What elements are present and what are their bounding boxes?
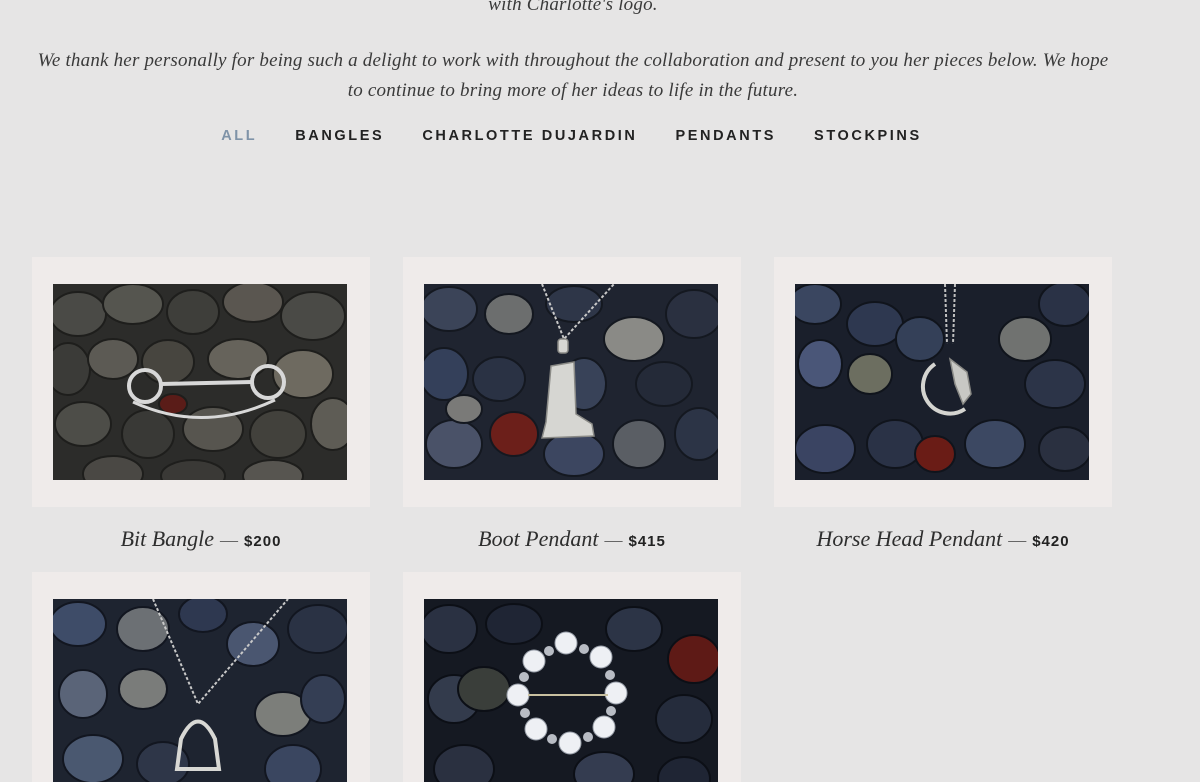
product-name[interactable]: Boot Pendant <box>478 526 598 551</box>
product-card-pearl-stock-pin[interactable] <box>403 572 741 782</box>
price-separator: — <box>604 530 623 550</box>
intro-text-line-2: to continue to bring more of her ideas t… <box>347 80 799 101</box>
product-caption-horse-head-pendant[interactable]: Horse Head Pendant — $420 <box>774 526 1112 552</box>
intro-text-top: with Charlotte's logo. <box>488 0 658 15</box>
pearl-stock-pin-image <box>424 599 718 782</box>
collection-filter-nav: ALL BANGLES CHARLOTTE DUJARDIN PENDANTS … <box>0 128 1143 144</box>
product-price: $415 <box>628 533 666 550</box>
product-price: $200 <box>244 533 282 550</box>
product-caption-boot-pendant[interactable]: Boot Pendant — $415 <box>403 526 741 552</box>
filter-charlotte-dujardin[interactable]: CHARLOTTE DUJARDIN <box>422 128 637 144</box>
product-caption-bit-bangle[interactable]: Bit Bangle — $200 <box>32 526 370 552</box>
product-card-stirrup-pendant[interactable] <box>32 572 370 782</box>
price-separator: — <box>1008 530 1027 550</box>
price-separator: — <box>220 530 239 550</box>
horse-head-pendant-photo[interactable] <box>795 284 1089 480</box>
boot-pendant-photo[interactable] <box>424 284 718 480</box>
filter-pendants[interactable]: PENDANTS <box>675 128 776 144</box>
intro-text-line-1: We thank her personally for being such a… <box>37 50 1109 71</box>
filter-stockpins[interactable]: STOCKPINS <box>814 128 922 144</box>
product-name[interactable]: Horse Head Pendant <box>816 526 1002 551</box>
stirrup-pendant-image <box>53 599 347 782</box>
pearl-stock-pin-photo[interactable] <box>424 599 718 782</box>
boot-pendant-image <box>424 284 718 480</box>
filter-bangles[interactable]: BANGLES <box>295 128 384 144</box>
product-name[interactable]: Bit Bangle <box>121 526 214 551</box>
horse-head-pendant-image <box>795 284 1089 480</box>
stirrup-pendant-photo[interactable] <box>53 599 347 782</box>
bit-bangle-image <box>53 284 347 480</box>
product-card-boot-pendant[interactable] <box>403 257 741 507</box>
product-card-bit-bangle[interactable] <box>32 257 370 507</box>
product-card-horse-head-pendant[interactable] <box>774 257 1112 507</box>
filter-all[interactable]: ALL <box>221 128 257 144</box>
product-price: $420 <box>1032 533 1070 550</box>
bit-bangle-photo[interactable] <box>53 284 347 480</box>
